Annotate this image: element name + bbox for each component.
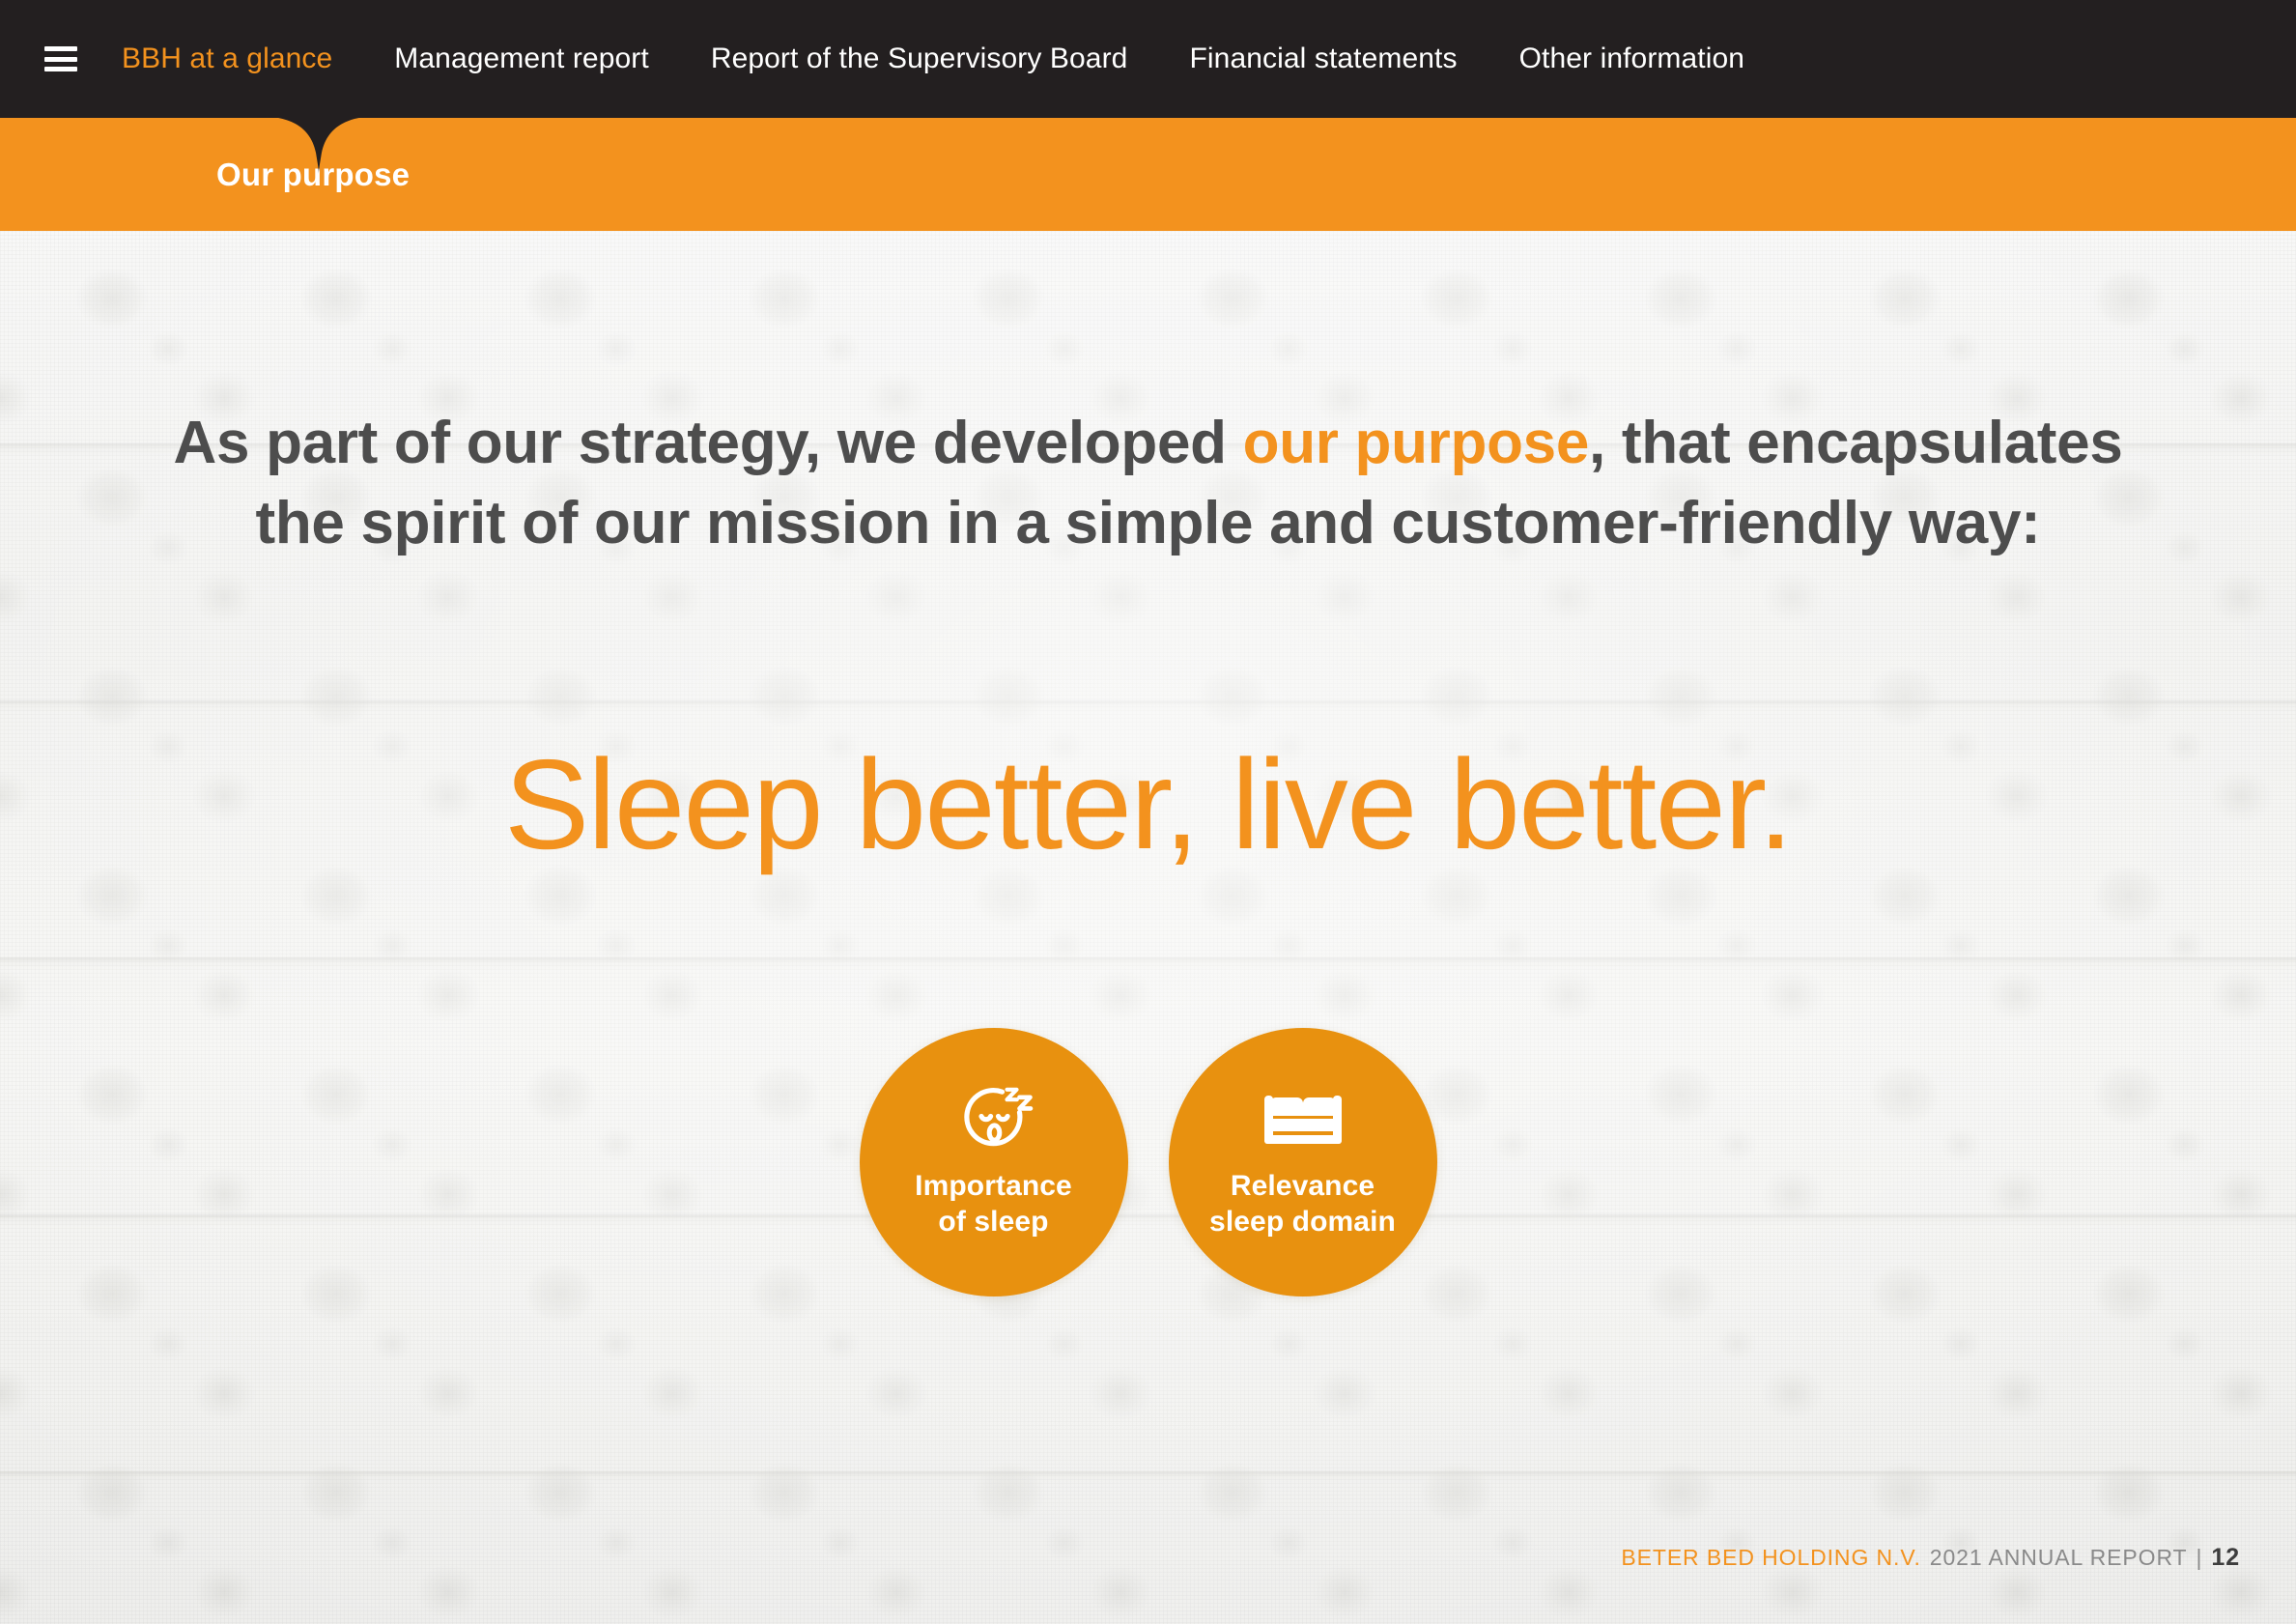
page-content: As part of our strategy, we developed ou… xyxy=(0,231,2296,1624)
footer-page-number: 12 xyxy=(2211,1544,2240,1571)
nav-item-report-of-the-supervisory-board[interactable]: Report of the Supervisory Board xyxy=(711,43,1128,75)
nav-pointer-notch-icon xyxy=(256,114,382,174)
pillar-circle-relevance-sleep-domain[interactable]: Relevance sleep domain xyxy=(1168,1028,1437,1296)
lede-line-1-pre: As part of our strategy, we developed xyxy=(173,410,1243,476)
hamburger-bar xyxy=(44,67,77,71)
footer-separator: | xyxy=(2196,1545,2203,1570)
footer-document-title: 2021 ANNUAL REPORT xyxy=(1929,1545,2188,1570)
sleeping-face-icon xyxy=(963,1088,1033,1147)
lede-accent-our-purpose: our purpose xyxy=(1242,410,1590,476)
pillar-circle-group: Importance of sleep Relevance sleep doma… xyxy=(0,1028,2296,1296)
pillar-label: Relevance sleep domain xyxy=(1209,1170,1396,1238)
lede-line-1-post: , that encapsulates xyxy=(1589,410,2123,476)
nav-item-other-information[interactable]: Other information xyxy=(1519,43,1744,75)
nav-item-bbh-at-a-glance[interactable]: BBH at a glance xyxy=(122,43,332,75)
lede-paragraph: As part of our strategy, we developed ou… xyxy=(0,403,2296,563)
purpose-tagline: Sleep better, live better. xyxy=(504,733,1794,875)
pillar-label: Importance of sleep xyxy=(915,1170,1072,1238)
nav-item-list: BBH at a glance Management report Report… xyxy=(122,43,1744,75)
bed-icon xyxy=(1263,1096,1342,1145)
pillar-circle-importance-of-sleep[interactable]: Importance of sleep xyxy=(859,1028,1128,1296)
hamburger-bar xyxy=(44,46,77,51)
annual-report-page: BBH at a glance Management report Report… xyxy=(0,0,2296,1624)
top-navigation-bar: BBH at a glance Management report Report… xyxy=(0,0,2296,118)
lede-line-2: the spirit of our mission in a simple an… xyxy=(255,490,2041,557)
nav-item-financial-statements[interactable]: Financial statements xyxy=(1189,43,1457,75)
lede-line-1: As part of our strategy, we developed ou… xyxy=(0,403,2296,483)
hamburger-bar xyxy=(44,56,77,62)
page-footer: BETER BED HOLDING N.V. 2021 ANNUAL REPOR… xyxy=(1621,1544,2240,1572)
footer-brand: BETER BED HOLDING N.V. xyxy=(1621,1545,1921,1570)
nav-item-management-report[interactable]: Management report xyxy=(394,43,649,75)
hamburger-icon[interactable] xyxy=(44,46,77,71)
